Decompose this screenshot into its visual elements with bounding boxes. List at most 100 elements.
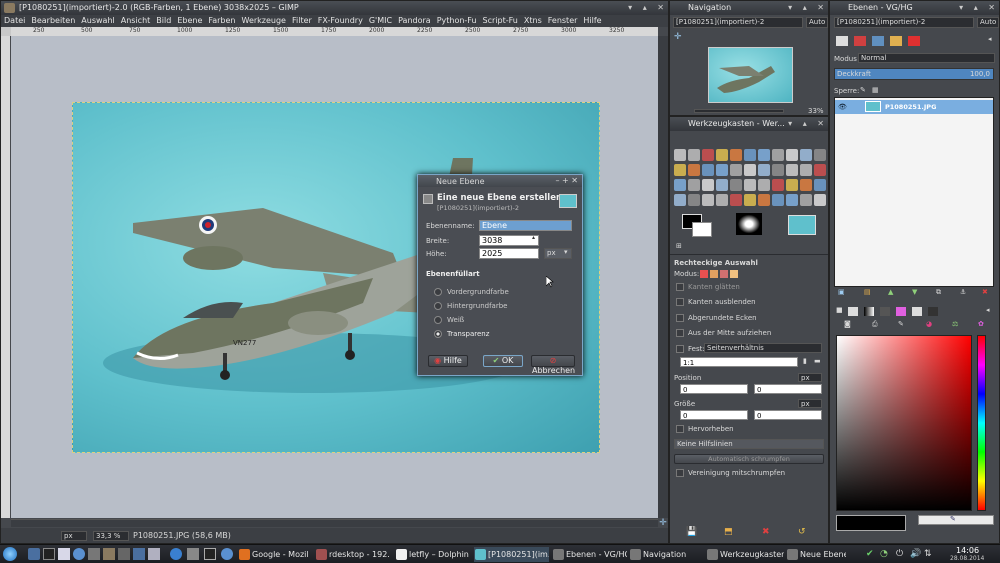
launcher-files-icon[interactable] [133,548,145,560]
horizontal-scrollbar[interactable] [11,519,658,527]
menu-fenster[interactable]: Fenster [545,15,581,27]
lock-alpha-icon[interactable]: ▦ [872,86,879,94]
cmyk-tab-icon[interactable] [864,307,874,316]
rect-select-tool-icon[interactable] [674,194,686,206]
undo-tab-icon[interactable] [890,36,902,46]
tray-power-icon[interactable]: ⏻ [896,549,903,559]
launcher-terminal-icon[interactable] [43,548,55,560]
menu-script-fu[interactable]: Script-Fu [480,15,521,27]
color-field[interactable] [836,335,972,511]
menu-fx-foundry[interactable]: FX-Foundry [315,15,366,27]
menu-werkzeuge[interactable]: Werkzeuge [239,15,289,27]
navigate-icon[interactable]: ✛ [658,518,668,528]
launcher-media-icon[interactable] [204,548,216,560]
menu-hilfe[interactable]: Hilfe [580,15,604,27]
size-h-input[interactable]: 0 [754,410,822,420]
navigation-auto-button[interactable]: Auto [806,17,828,28]
foreground-select-tool-icon[interactable] [758,194,770,206]
new-group-icon[interactable]: ▤ [864,288,871,296]
navigation-image-select[interactable]: [P1080251](importiert)-2 [673,17,803,28]
height-input[interactable]: 2025 [479,248,539,259]
current-color-swatch[interactable] [836,515,906,531]
radio-transparency[interactable] [434,330,442,338]
triangle-tab-icon[interactable] [880,307,890,316]
fixed-checkbox[interactable] [676,345,684,353]
layers-titlebar[interactable]: Ebenen - VG/HG ▾ ▴ ✕ [830,1,999,15]
wheel-tab-icon[interactable] [912,307,922,316]
menu-farben[interactable]: Farben [205,15,238,27]
measure-tool-icon[interactable] [814,179,826,191]
toolbox-titlebar[interactable]: Werkzeugkasten - Wer... ▾ ▴ ✕ [670,117,828,131]
brush-preview[interactable] [736,213,762,235]
feather-checkbox[interactable] [676,298,684,306]
panel-menu-icon[interactable]: ◂ [988,35,992,43]
menu-ebene[interactable]: Ebene [174,15,205,27]
fuzzy-select-tool-icon[interactable] [716,149,728,161]
scales-tab-icon[interactable] [928,307,938,316]
navigation-titlebar[interactable]: Navigation ▾ ▴ ✕ [670,1,828,15]
launcher-app-icon[interactable] [187,548,199,560]
fixed-select[interactable]: Seitenverhältnis [704,343,822,353]
eyedropper-icon[interactable]: ✎ [898,320,904,328]
ok-button[interactable]: ✔ OK [483,355,523,367]
measure-tool-icon[interactable] [814,149,826,161]
launcher-wrench-icon[interactable] [118,548,130,560]
launcher-photo-icon[interactable] [88,548,100,560]
menu-xtns[interactable]: Xtns [521,15,545,27]
mode-add-icon[interactable] [710,270,718,278]
task-firefox[interactable]: Google - Mozil... [238,547,308,562]
launcher-globe2-icon[interactable] [221,548,233,560]
help-button[interactable]: ◉ Hilfe [428,355,468,367]
color-select-tool-icon[interactable] [730,179,742,191]
new-layer-icon[interactable]: ▣ [838,288,845,296]
highlight-checkbox[interactable] [676,425,684,433]
opacity-slider[interactable]: Deckkraft 100,0 [834,68,994,80]
radio-foreground[interactable] [434,288,442,296]
layer-name-input[interactable]: Ebene [479,220,572,231]
rect-select-tool-icon[interactable] [674,149,686,161]
width-input[interactable]: 3038 [479,235,539,246]
zoom-tool-icon[interactable] [800,149,812,161]
auto-shrink-button[interactable]: Automatisch schrumpfen [674,454,824,464]
position-x-input[interactable]: 0 [680,384,748,394]
rect-select-tool-icon[interactable] [674,164,686,176]
foreground-select-tool-icon[interactable] [758,179,770,191]
menu-datei[interactable]: Datei [1,15,28,27]
menu-bearbeiten[interactable]: Bearbeiten [28,15,78,27]
tray-volume-icon[interactable]: 🔊 [910,549,921,559]
camera-icon[interactable]: ◙ [844,320,851,328]
scales-icon[interactable]: ⚖ [952,320,958,328]
navigation-preview[interactable] [708,47,793,103]
brushes-tab-icon[interactable] [908,36,920,46]
unit-select[interactable]: px [61,531,87,541]
color-select-tool-icon[interactable] [730,164,742,176]
gimp-selector-tab-icon[interactable] [848,307,858,316]
task-dolphin[interactable]: letfly – Dolphin [395,547,470,562]
menu-auswahl[interactable]: Auswahl [78,15,117,27]
width-spin-icon[interactable]: ▴ [532,234,535,241]
fg-bg-tab-icon[interactable]: ■ [836,306,843,314]
ratio-input[interactable]: 1:1 [680,357,798,367]
fuzzy-select-tool-icon[interactable] [716,164,728,176]
menu-gmic[interactable]: G'MIC [366,15,395,27]
task-gimp-image[interactable]: [P1080251](im... [474,547,549,562]
paths-tab-icon[interactable] [872,36,884,46]
free-select-tool-icon[interactable] [702,164,714,176]
antialias-checkbox[interactable] [676,283,684,291]
mode-subtract-icon[interactable] [720,270,728,278]
task-layers[interactable]: Ebenen - VG/HG [552,547,627,562]
delete-options-icon[interactable]: ✖ [762,527,770,537]
radio-background[interactable] [434,302,442,310]
navigate-icon[interactable]: ✛ [674,32,682,42]
anchor-layer-icon[interactable]: ⚓ [960,288,966,296]
menu-bild[interactable]: Bild [153,15,174,27]
printer-icon[interactable]: ⎙ [872,320,878,329]
task-new-layer[interactable]: Neue Ebene [786,547,846,562]
zoom-tool-icon[interactable] [800,179,812,191]
launcher-editor-icon[interactable] [58,548,70,560]
gimp-titlebar[interactable]: [P1080251](importiert)-2.0 (RGB-Farben, … [1,1,668,15]
color-picker-tool-icon[interactable] [786,164,798,176]
ellipse-select-tool-icon[interactable] [688,149,700,161]
paths-tool-icon[interactable] [772,164,784,176]
free-select-tool-icon[interactable] [702,149,714,161]
